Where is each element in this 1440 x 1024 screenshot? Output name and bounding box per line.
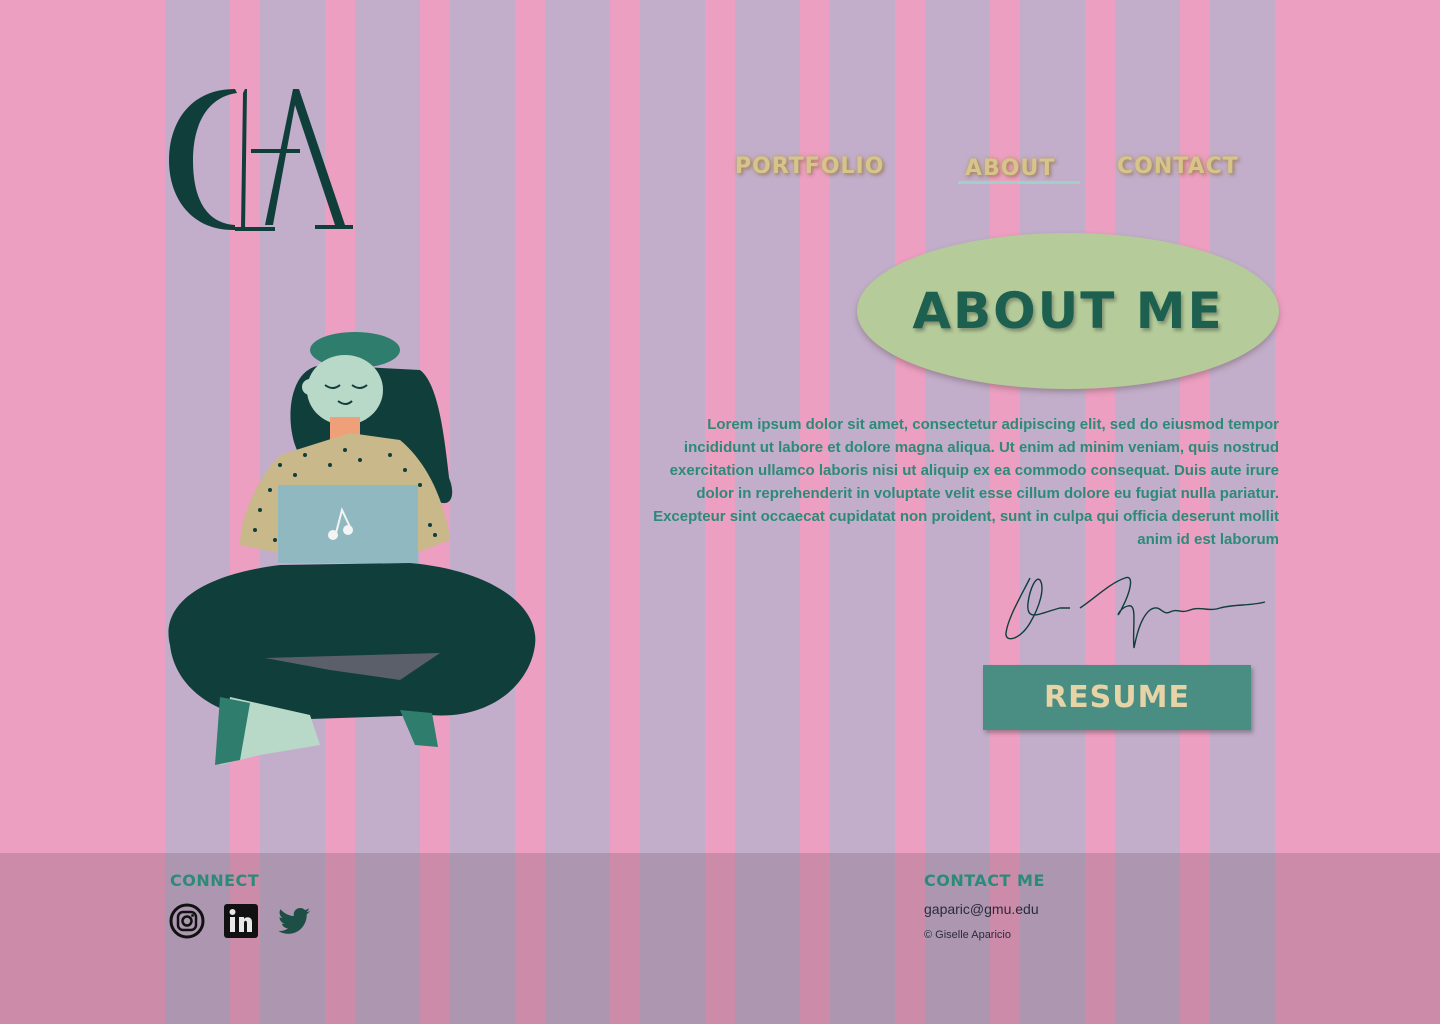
- contact-me-heading: CONTACT ME: [924, 871, 1045, 890]
- nav-portfolio-link[interactable]: PORTFOLIO: [735, 154, 884, 179]
- active-nav-underline: [958, 181, 1080, 184]
- instagram-icon[interactable]: [169, 903, 205, 939]
- page-title: ABOUT ME: [912, 282, 1224, 340]
- nav-contact-link[interactable]: CONTACT: [1117, 154, 1239, 179]
- resume-button-label: RESUME: [1044, 680, 1190, 715]
- nav-about-link[interactable]: ABOUT: [965, 156, 1055, 181]
- twitter-icon[interactable]: [276, 903, 312, 939]
- bio-paragraph: Lorem ipsum dolor sit amet, consectetur …: [653, 416, 1279, 548]
- contact-email-link[interactable]: gaparic@gmu.edu: [924, 901, 1039, 917]
- copyright-text: © Giselle Aparicio: [924, 929, 1011, 941]
- ga-logo[interactable]: [165, 85, 355, 235]
- site-footer: CONNECT CONTACT ME gaparic@gmu.edu © Gis…: [0, 853, 1440, 1024]
- resume-button[interactable]: RESUME: [983, 665, 1251, 730]
- about-title-badge: ABOUT ME: [857, 233, 1279, 389]
- girl-with-laptop-illustration: [168, 332, 536, 765]
- signature-image: [1005, 576, 1266, 649]
- linkedin-icon[interactable]: [223, 903, 259, 939]
- connect-heading: CONNECT: [170, 871, 260, 890]
